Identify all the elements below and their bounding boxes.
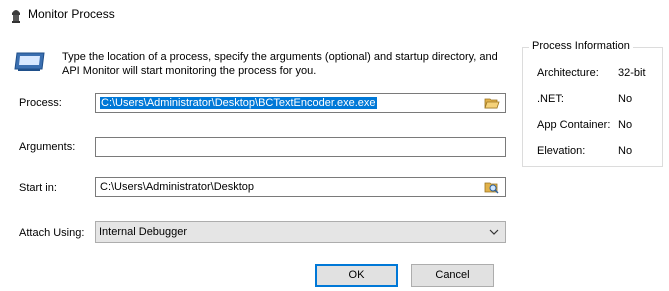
attach-using-label: Attach Using:: [19, 227, 85, 239]
app-icon: [12, 10, 20, 23]
process-input[interactable]: C:\Users\Administrator\Desktop\BCTextEnc…: [95, 93, 506, 113]
cancel-button[interactable]: Cancel: [411, 264, 494, 287]
window-title: Monitor Process: [28, 7, 115, 21]
process-input-value: C:\Users\Administrator\Desktop\BCTextEnc…: [100, 97, 377, 109]
process-label: Process:: [19, 97, 62, 109]
dotnet-value: No: [618, 93, 633, 105]
chevron-down-icon: [489, 229, 499, 235]
architecture-value: 32-bit: [618, 67, 646, 79]
title-bar: Monitor Process: [0, 0, 669, 30]
start-in-input[interactable]: C:\Users\Administrator\Desktop: [95, 177, 506, 197]
start-in-input-value: C:\Users\Administrator\Desktop: [100, 181, 255, 193]
start-in-label: Start in:: [19, 182, 57, 194]
ok-button[interactable]: OK: [315, 264, 398, 287]
arguments-label: Arguments:: [19, 141, 76, 153]
app-container-label: App Container:: [537, 119, 611, 131]
architecture-label: Architecture:: [537, 67, 599, 79]
process-info-title: Process Information: [529, 40, 633, 52]
app-container-value: No: [618, 119, 633, 131]
banner-instructions: Type the location of a process, specify …: [62, 51, 498, 77]
folder-search-icon[interactable]: [484, 180, 500, 194]
arguments-input[interactable]: [95, 137, 506, 157]
elevation-label: Elevation:: [537, 145, 586, 157]
folder-open-icon[interactable]: [484, 96, 500, 110]
dotnet-label: .NET:: [537, 93, 564, 105]
elevation-value: No: [618, 145, 633, 157]
attach-using-select[interactable]: Internal Debugger: [95, 221, 506, 243]
monitor-icon: [14, 52, 45, 71]
attach-using-value: Internal Debugger: [99, 226, 188, 238]
